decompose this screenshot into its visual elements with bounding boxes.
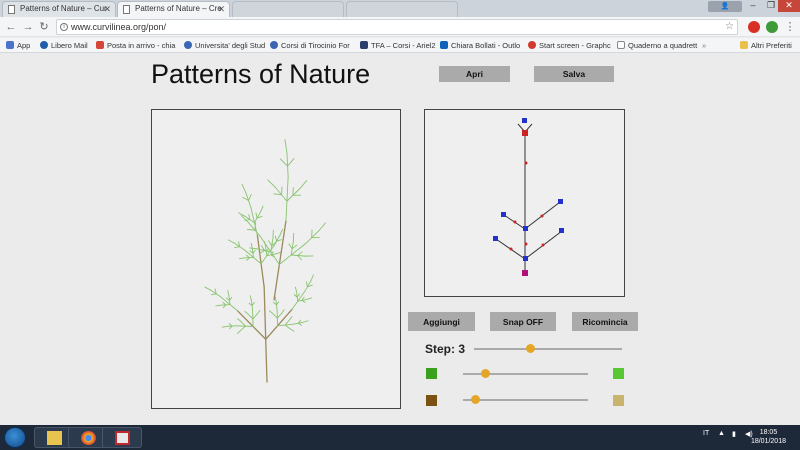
page-content: Patterns of Nature Apri Salva Aggiungi S…: [0, 53, 800, 425]
page-title: Patterns of Nature: [151, 59, 371, 89]
bookmark-universita[interactable]: Universita' degli Stud: [184, 38, 265, 53]
outlook-mail-icon: [440, 41, 448, 49]
rule-root-point[interactable]: [522, 270, 528, 276]
snap-toggle-button[interactable]: Snap OFF: [490, 312, 556, 331]
taskbar-app[interactable]: [102, 427, 142, 448]
bookmark-outlook[interactable]: Chiara Bollati - Outlo: [440, 38, 520, 53]
bookmark-label: Posta in arrivo - chia: [107, 41, 176, 50]
tray-up-arrow-icon[interactable]: ▲: [718, 430, 725, 437]
stem-start-color-swatch[interactable]: [426, 395, 437, 406]
save-button[interactable]: Salva: [534, 66, 614, 82]
moodle-icon: [270, 41, 278, 49]
browser-tab-1[interactable]: Patterns of Nature – Cur ✕: [2, 1, 116, 17]
browser-tab-4[interactable]: [346, 1, 458, 17]
info-icon[interactable]: i: [60, 23, 68, 31]
minimize-icon[interactable]: –: [744, 0, 762, 12]
open-button[interactable]: Apri: [439, 66, 510, 82]
bookmark-other-favorites[interactable]: Altri Preferiti: [740, 38, 792, 53]
system-clock[interactable]: 18:05 18/01/2018: [751, 428, 786, 446]
fractal-plant-drawing: [204, 139, 326, 383]
close-tab-icon[interactable]: ✕: [217, 2, 225, 16]
address-bar[interactable]: i www.curvilinea.org/pon/ ☆: [56, 19, 738, 35]
bookmark-label: Corsi di Tirocinio For: [281, 41, 350, 50]
bookmark-tfa-corsi[interactable]: TFA – Corsi - Ariel2: [360, 38, 436, 53]
folder-icon: [47, 431, 62, 445]
stem-color-slider[interactable]: [463, 399, 588, 401]
bookmarks-bar: App Libero Mail Posta in arrivo - chia U…: [0, 38, 800, 53]
bookmark-gmail[interactable]: Posta in arrivo - chia: [96, 38, 175, 53]
forward-icon[interactable]: →: [21, 20, 35, 34]
network-icon[interactable]: ▮: [732, 430, 736, 438]
bookmarks-overflow-icon[interactable]: »: [702, 38, 706, 53]
rule-node-points[interactable]: [493, 118, 564, 261]
reload-icon[interactable]: ↻: [37, 20, 51, 34]
browser-tab-3[interactable]: [232, 1, 344, 17]
windows-start-button[interactable]: [4, 427, 26, 448]
bookmark-label: Chiara Bollati - Outlo: [451, 41, 521, 50]
plant-canvas[interactable]: [151, 109, 401, 409]
ariel-icon: [360, 41, 368, 49]
extension-icon[interactable]: [766, 21, 778, 33]
stem-color-slider-knob[interactable]: [471, 395, 480, 404]
tab-title: Patterns of Nature – Cur: [20, 4, 107, 13]
bookmark-graphcommons[interactable]: Start screen - Graphc: [528, 38, 611, 53]
bookmark-label: Universita' degli Stud: [195, 41, 266, 50]
window-close-icon[interactable]: ✕: [778, 0, 800, 12]
browser-tab-strip: Patterns of Nature – Cur ✕ Patterns of N…: [0, 0, 800, 17]
opera-extension-icon[interactable]: [748, 21, 760, 33]
libero-icon: [40, 41, 48, 49]
bookmark-libero-mail[interactable]: Libero Mail: [40, 38, 88, 53]
rule-editor-canvas[interactable]: [424, 109, 625, 297]
moodle-icon: [184, 41, 192, 49]
back-icon[interactable]: ←: [4, 20, 18, 34]
leaf-end-color-swatch[interactable]: [613, 368, 624, 379]
page-icon: [123, 5, 130, 14]
apps-grid-icon: [6, 41, 14, 49]
gmail-icon: [96, 41, 104, 49]
address-text: www.curvilinea.org/pon/: [71, 22, 167, 32]
browser-tab-2[interactable]: Patterns of Nature – Cre ✕: [117, 1, 230, 17]
bookmark-label: TFA – Corsi - Ariel2: [371, 41, 436, 50]
step-slider-knob[interactable]: [525, 344, 535, 353]
document-app-icon: [115, 431, 130, 445]
bookmark-label: Libero Mail: [51, 41, 88, 50]
bookmark-label: Start screen - Graphc: [539, 41, 611, 50]
rule-editor-drawing: [493, 118, 564, 276]
browser-toolbar: ← → ↻ i www.curvilinea.org/pon/ ☆ ⋮: [0, 17, 800, 37]
bookmark-quaderno[interactable]: Quaderno a quadrett: [617, 38, 697, 53]
bookmark-corsi-tirocinio[interactable]: Corsi di Tirocinio For: [270, 38, 350, 53]
clock-time: 18:05: [759, 429, 778, 436]
menu-icon[interactable]: ⋮: [783, 20, 797, 34]
rule-midpoints[interactable]: [509, 130, 545, 251]
chrome-icon: [81, 431, 96, 445]
graph-icon: [528, 41, 536, 49]
windows-taskbar: IT ▲ ▮ ◀) 18:05 18/01/2018: [0, 425, 800, 450]
bookmark-label: App: [17, 41, 31, 50]
clock-date: 18/01/2018: [750, 438, 786, 445]
folder-icon: [740, 41, 748, 49]
bookmark-label: Quaderno a quadrett: [628, 41, 698, 50]
stem-end-color-swatch[interactable]: [613, 395, 624, 406]
add-button[interactable]: Aggiungi: [408, 312, 475, 331]
close-tab-icon[interactable]: ✕: [103, 2, 111, 16]
bookmark-apps[interactable]: App: [6, 38, 30, 53]
step-label: Step: 3: [425, 342, 466, 356]
restart-button[interactable]: Ricomincia: [572, 312, 638, 331]
user-profile-button[interactable]: 👤: [708, 1, 742, 12]
bookmark-label: Altri Preferiti: [751, 41, 792, 50]
leaf-color-slider-knob[interactable]: [481, 369, 490, 378]
tab-title: Patterns of Nature – Cre: [135, 4, 222, 13]
language-indicator[interactable]: IT: [703, 430, 709, 437]
page-icon: [617, 41, 625, 49]
bookmark-star-icon[interactable]: ☆: [725, 20, 734, 34]
step-slider[interactable]: [474, 348, 622, 350]
leaf-start-color-swatch[interactable]: [426, 368, 437, 379]
page-icon: [8, 5, 15, 14]
